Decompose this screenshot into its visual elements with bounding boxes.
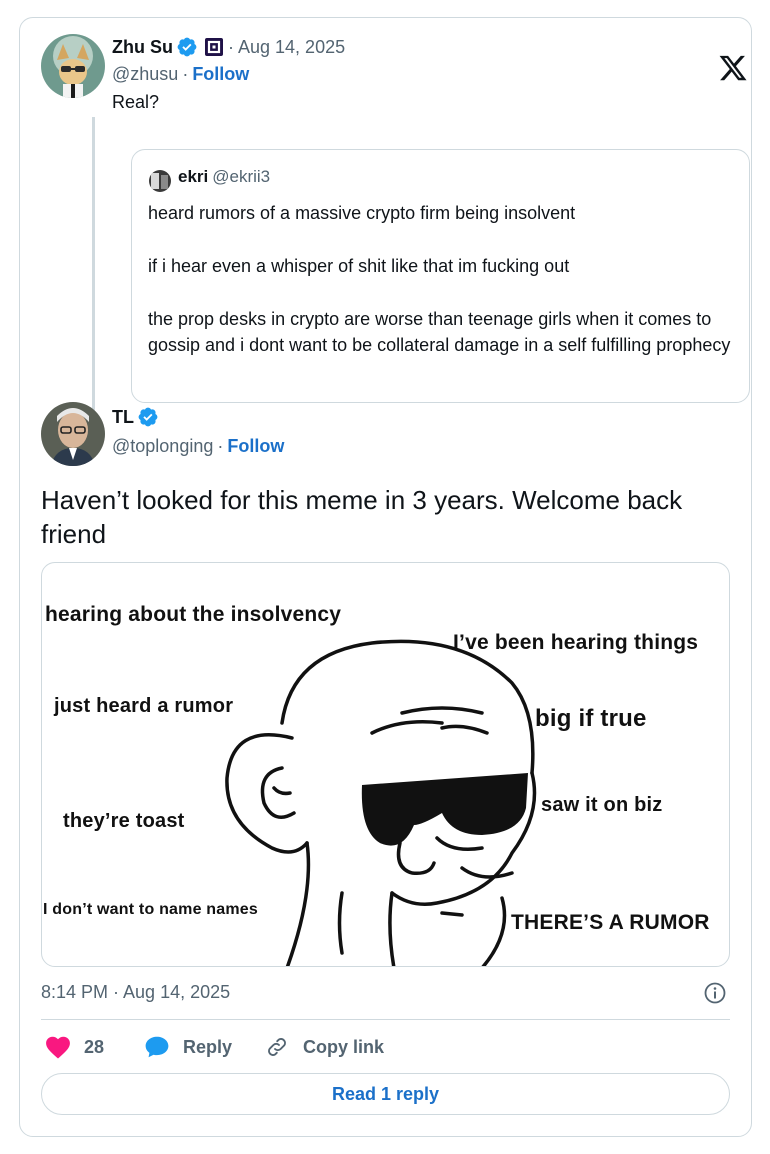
meme-label: THERE’S A RUMOR: [511, 911, 710, 934]
separator-dot: ·: [228, 36, 234, 57]
reply-bubble-icon: [145, 1036, 169, 1058]
ekri-avatar[interactable]: [149, 170, 171, 192]
quoted-text-line: the prop desks in crypto are worse than …: [148, 309, 731, 355]
main-handle[interactable]: @toplonging: [112, 436, 213, 457]
meme-label: they’re toast: [63, 810, 185, 832]
toplonging-avatar[interactable]: [41, 402, 105, 466]
main-display-name[interactable]: TL: [112, 407, 134, 428]
heart-icon: [46, 1036, 70, 1059]
follow-zhusu-link[interactable]: Follow: [192, 64, 249, 85]
meme-label: saw it on biz: [541, 794, 663, 816]
main-handle-row: @toplonging · Follow: [112, 436, 284, 457]
quoted-tweet[interactable]: ekri @ekrii3 heard rumors of a massive cr…: [131, 149, 750, 403]
thread-connector-line: [92, 117, 95, 415]
link-icon: [268, 1038, 286, 1056]
parent-handle[interactable]: @zhusu: [112, 64, 178, 85]
org-badge-icon[interactable]: [204, 37, 224, 57]
meme-label: big if true: [535, 705, 647, 732]
copy-link-button[interactable]: Copy link: [265, 1034, 384, 1060]
main-tweet-header: TL: [112, 406, 159, 428]
tweet-timestamp[interactable]: 8:14 PM · Aug 14, 2025: [41, 982, 230, 1003]
parent-date[interactable]: Aug 14, 2025: [238, 37, 345, 58]
meme-image[interactable]: hearing about the insolvency I’ve been h…: [41, 562, 730, 967]
meme-label: just heard a rumor: [54, 695, 234, 717]
actions-divider: [41, 1019, 730, 1020]
zhusu-avatar[interactable]: [41, 34, 105, 98]
parent-tweet-header: Zhu Su · Aug 14, 2025: [112, 36, 345, 58]
parent-display-name[interactable]: Zhu Su: [112, 37, 173, 58]
reply-label: Reply: [183, 1036, 233, 1057]
meme-label: hearing about the insolvency: [45, 603, 342, 626]
quoted-text-line: if i hear even a whisper of shit like th…: [148, 256, 570, 276]
follow-toplonging-link[interactable]: Follow: [227, 436, 284, 457]
parent-tweet-text: Real?: [112, 92, 160, 112]
parent-handle-row: @zhusu · Follow: [112, 64, 249, 85]
meme-label: I don’t want to name names: [43, 901, 259, 918]
quoted-handle: @ekrii3: [212, 167, 271, 186]
x-logo-icon[interactable]: [717, 53, 749, 83]
like-button[interactable]: 28: [45, 1034, 104, 1060]
like-count: 28: [84, 1036, 105, 1057]
tweet-embed-card: Zhu Su · Aug 14, 2025 @zhusu · Follow Re…: [19, 17, 752, 1137]
read-replies-button[interactable]: Read 1 reply: [41, 1073, 730, 1115]
copy-link-label: Copy link: [303, 1036, 385, 1057]
main-tweet-text: Haven’t looked for this meme in 3 years.…: [41, 485, 683, 549]
meme-label: I’ve been hearing things: [453, 631, 699, 654]
quoted-author: ekri @ekrii3: [178, 167, 270, 187]
quoted-display-name: ekri: [178, 167, 209, 186]
reply-button[interactable]: Reply: [144, 1034, 232, 1060]
verified-badge-icon: [138, 407, 158, 427]
info-icon[interactable]: [703, 981, 727, 1005]
separator-dot: ·: [217, 436, 224, 456]
verified-badge-icon: [177, 37, 197, 57]
quoted-text-line: heard rumors of a massive crypto firm be…: [148, 203, 576, 223]
separator-dot: ·: [182, 64, 189, 84]
